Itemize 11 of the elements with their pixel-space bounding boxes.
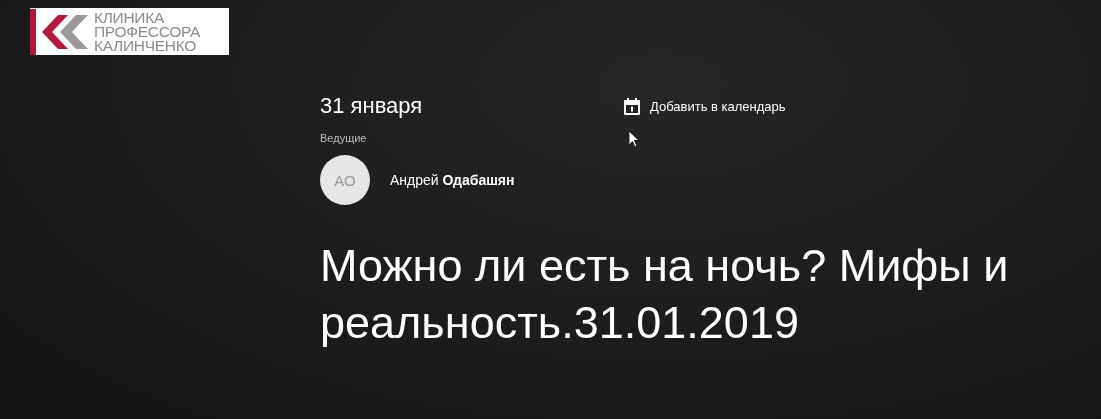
host-name: Андрей Одабашян bbox=[390, 172, 515, 188]
hosts-label: Ведущие bbox=[320, 132, 367, 144]
mouse-cursor-icon bbox=[629, 131, 640, 148]
logo-text: ПРОФЕССОРА bbox=[94, 24, 201, 39]
host-avatar: АО bbox=[320, 155, 370, 205]
add-to-calendar-link[interactable]: Добавить в календарь bbox=[624, 97, 786, 115]
logo-text: КЛИНИКА bbox=[94, 10, 165, 25]
calendar-icon bbox=[624, 97, 640, 115]
event-title: Можно ли есть на ночь? Мифы и реальность.31.01.2019 bbox=[320, 239, 1010, 350]
logo-text: КАЛИНЧЕНКО bbox=[94, 38, 196, 53]
event-date: 31 января bbox=[320, 93, 424, 119]
